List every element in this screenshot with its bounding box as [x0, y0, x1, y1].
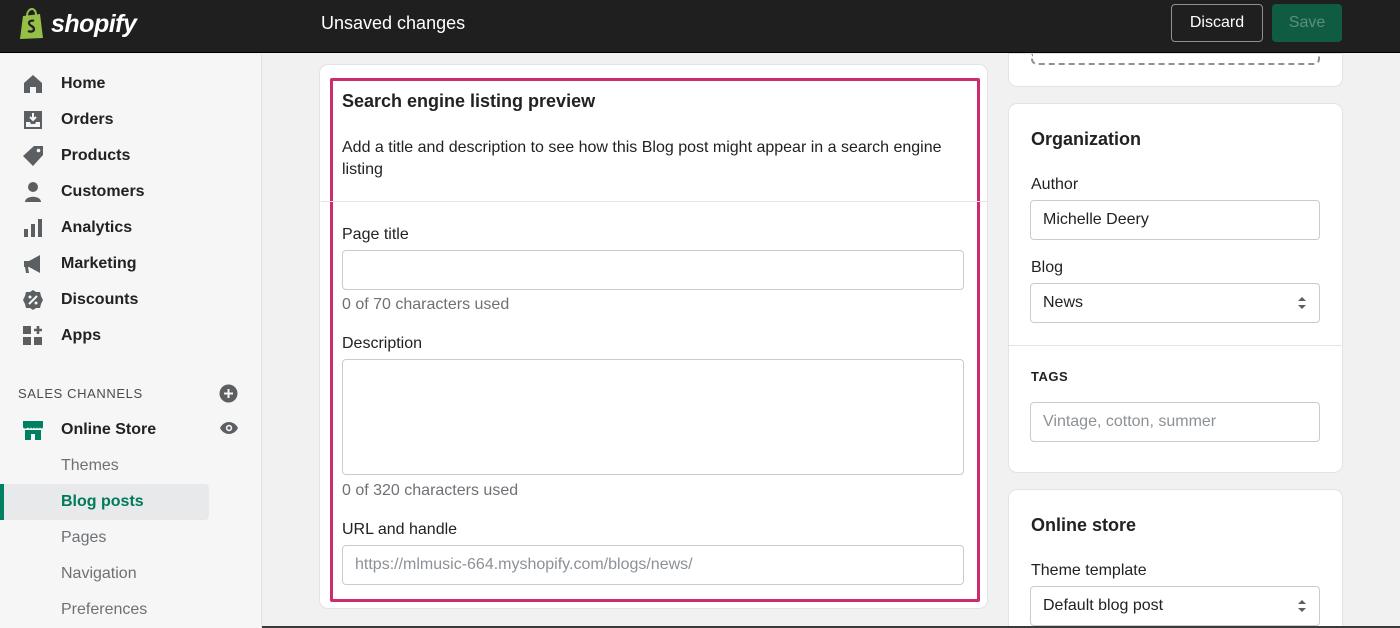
select-arrows-icon	[1298, 297, 1306, 309]
brand-name: shopify	[51, 9, 137, 38]
sidebar-item-label: Online Store	[61, 421, 157, 438]
theme-template-value: Default blog post	[1043, 597, 1164, 614]
eye-icon[interactable]	[219, 420, 239, 436]
description-help: 0 of 320 characters used	[342, 482, 519, 499]
theme-template-label: Theme template	[1031, 562, 1147, 579]
sidebar-item-label: Orders	[61, 111, 114, 128]
sidebar-subitem-preferences[interactable]: Preferences	[61, 601, 147, 619]
sidebar-item-orders[interactable]: Orders	[0, 102, 262, 138]
description-textarea[interactable]	[342, 359, 964, 475]
sidebar-item-analytics[interactable]: Analytics	[0, 210, 262, 246]
sidebar-item-label: Discounts	[61, 291, 139, 308]
page-title-label: Page title	[342, 226, 409, 243]
tags-label: TAGS	[1031, 369, 1069, 384]
sidebar-subitem-themes[interactable]: Themes	[61, 457, 119, 475]
discard-button[interactable]: Discard	[1171, 4, 1263, 42]
author-input[interactable]	[1030, 200, 1320, 240]
sidebar: Home Orders Products Customers Analytics…	[0, 54, 262, 628]
megaphone-icon	[24, 255, 40, 273]
person-icon	[25, 182, 41, 202]
sidebar-item-customers[interactable]: Customers	[0, 174, 262, 210]
tag-icon	[23, 146, 43, 166]
sidebar-item-marketing[interactable]: Marketing	[0, 246, 262, 282]
active-item-indicator	[0, 484, 4, 520]
sidebar-item-discounts[interactable]: Discounts	[0, 282, 262, 318]
organization-title: Organization	[1031, 129, 1142, 149]
theme-template-select[interactable]: Default blog post	[1030, 586, 1320, 626]
sidebar-item-label: Marketing	[61, 255, 137, 272]
sidebar-item-label: Apps	[61, 327, 101, 344]
page-title-help: 0 of 70 characters used	[342, 296, 510, 313]
tags-input[interactable]	[1030, 402, 1320, 442]
sidebar-subitem-navigation[interactable]: Navigation	[61, 565, 137, 583]
apps-icon	[23, 326, 42, 345]
select-arrows-icon	[1298, 600, 1306, 612]
sidebar-item-products[interactable]: Products	[0, 138, 262, 174]
seo-card-description: Add a title and description to see how t…	[342, 139, 942, 178]
sidebar-item-home[interactable]: Home	[0, 66, 262, 102]
image-dropzone[interactable]	[1031, 54, 1320, 65]
sidebar-item-apps[interactable]: Apps	[0, 318, 262, 354]
discount-icon	[23, 290, 43, 310]
sales-channels-heading: SALES CHANNELS	[18, 386, 143, 401]
blog-label: Blog	[1031, 259, 1064, 276]
author-label: Author	[1031, 176, 1079, 193]
blog-select[interactable]: News	[1030, 283, 1320, 323]
sidebar-item-label: Customers	[61, 183, 145, 200]
sidebar-subitem-blog-posts[interactable]: Blog posts	[61, 493, 144, 511]
card-divider	[321, 201, 987, 202]
shopify-logo[interactable]: shopify	[18, 7, 137, 41]
sidebar-item-label: Analytics	[61, 219, 133, 236]
blog-select-value: News	[1043, 294, 1084, 311]
seo-card-title: Search engine listing preview	[342, 91, 596, 111]
save-button[interactable]: Save	[1272, 4, 1342, 42]
sidebar-item-label: Home	[61, 75, 106, 92]
url-handle-label: URL and handle	[342, 521, 458, 538]
unsaved-changes-text: Unsaved changes	[321, 13, 466, 33]
top-bar: shopify Unsaved changes Discard Save	[0, 0, 1400, 53]
store-icon	[23, 421, 43, 440]
sidebar-subitem-pages[interactable]: Pages	[61, 529, 106, 547]
shopify-bag-icon	[20, 8, 43, 39]
sidebar-item-label: Products	[61, 147, 131, 164]
orders-icon	[24, 111, 42, 129]
organization-divider	[1009, 345, 1342, 346]
page-title-input[interactable]	[342, 250, 964, 290]
description-label: Description	[342, 335, 423, 352]
online-store-title: Online store	[1031, 515, 1137, 535]
add-sales-channel-icon[interactable]	[219, 384, 238, 403]
url-handle-input[interactable]	[342, 545, 964, 585]
home-icon	[24, 75, 42, 93]
bar-chart-icon	[24, 219, 42, 237]
